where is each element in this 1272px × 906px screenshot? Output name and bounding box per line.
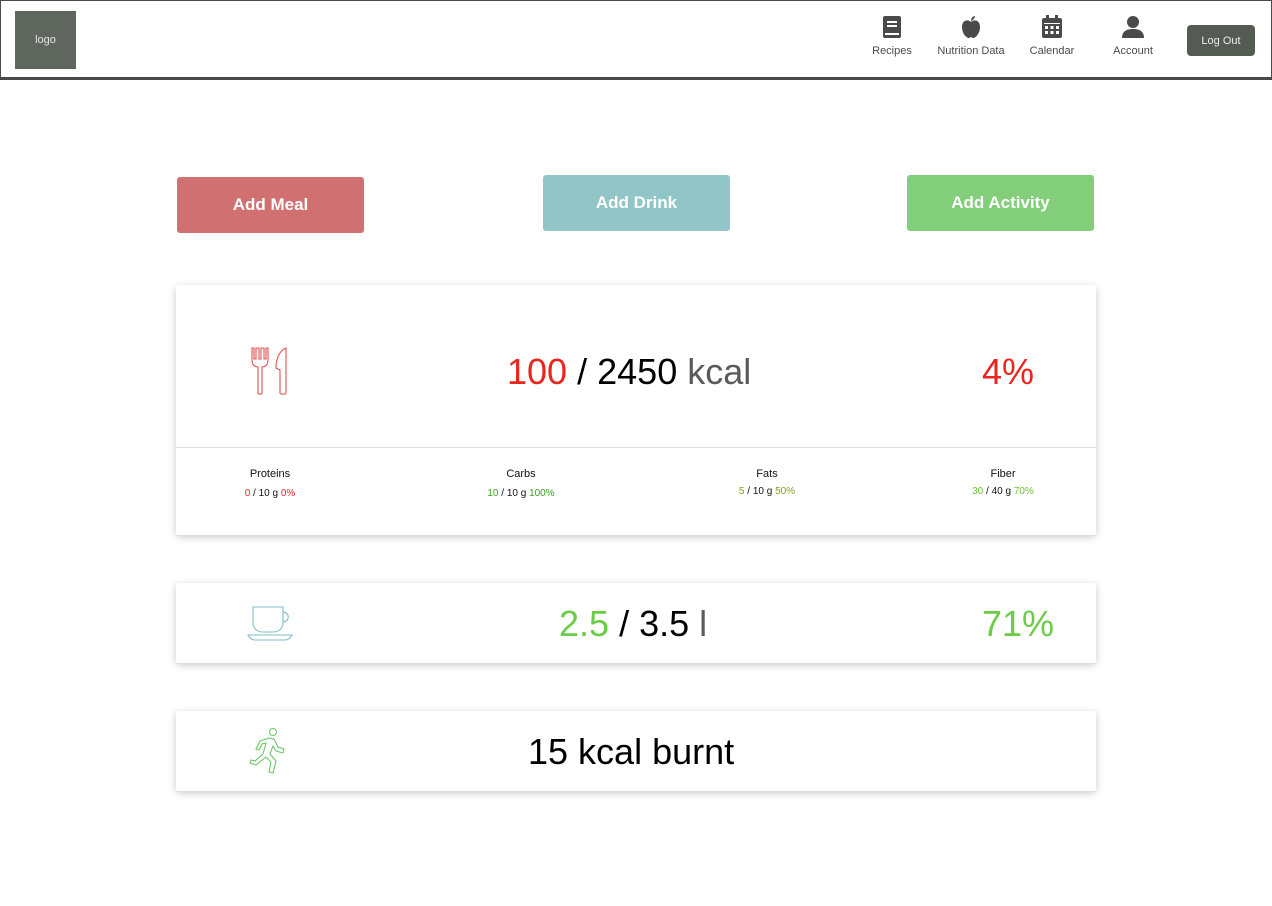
macro-percent: 50% — [775, 486, 796, 497]
card-divider — [176, 447, 1096, 448]
macro-value: 0 / 10 g 0% — [244, 488, 296, 499]
nav-calendar[interactable]: Calendar — [1007, 15, 1097, 63]
water-separator: / — [619, 603, 630, 644]
nav-recipes[interactable]: Recipes — [847, 15, 937, 63]
top-header: logo Recipes Nutrition Data Calendar Acc… — [0, 0, 1272, 80]
water-percent: 71% — [982, 603, 1055, 644]
water-unit: l — [699, 603, 708, 644]
macro-carbs: Carbs 10 / 10 g 100% — [451, 468, 591, 499]
macro-fiber: Fiber 30 / 40 g 70% — [933, 468, 1073, 497]
user-icon — [1121, 15, 1145, 39]
nav-label-calendar: Calendar — [1029, 45, 1075, 57]
nav-nutrition-data[interactable]: Nutrition Data — [926, 15, 1016, 63]
macro-name: Proteins — [249, 468, 291, 480]
calorie-summary: 100 / 2450 kcal — [507, 351, 751, 393]
macro-amount: 10 — [487, 488, 499, 499]
calendar-icon — [1041, 15, 1063, 39]
macro-goal: 10 g — [752, 486, 773, 497]
macro-goal: 40 g — [991, 486, 1012, 497]
calories-goal: 2450 — [597, 351, 678, 392]
macro-goal: 10 g — [258, 488, 279, 499]
nav-label-nutrition-data: Nutrition Data — [937, 45, 1005, 57]
nav-label-account: Account — [1113, 45, 1153, 57]
add-drink-button[interactable]: Add Drink — [543, 175, 730, 231]
log-out-button[interactable]: Log Out — [1187, 25, 1255, 56]
macro-name: Fiber — [990, 468, 1016, 480]
macro-amount: 30 — [972, 486, 984, 497]
water-consumed: 2.5 — [559, 603, 610, 644]
fork-knife-icon — [250, 346, 290, 401]
calories-consumed: 100 — [507, 351, 568, 392]
macro-name: Fats — [756, 468, 778, 480]
apple-icon — [960, 15, 982, 39]
macro-goal: 10 g — [506, 488, 527, 499]
macro-percent: 70% — [1013, 486, 1034, 497]
macro-percent: 0% — [280, 488, 296, 499]
logo[interactable]: logo — [15, 11, 76, 69]
calories-burnt: 15 kcal burnt — [528, 731, 735, 772]
activity-card: 15 kcal burnt — [176, 711, 1096, 791]
calories-percent: 4% — [982, 351, 1035, 392]
macro-amount: 5 — [738, 486, 745, 497]
macro-value: 10 / 10 g 100% — [487, 488, 555, 499]
add-activity-button[interactable]: Add Activity — [907, 175, 1094, 231]
nav-account[interactable]: Account — [1088, 15, 1178, 63]
macro-fats: Fats 5 / 10 g 50% — [697, 468, 837, 497]
macro-amount: 0 — [244, 488, 251, 499]
nav-label-recipes: Recipes — [872, 45, 912, 57]
macro-name: Carbs — [506, 468, 536, 480]
water-summary: 2.5 / 3.5 l — [559, 603, 707, 645]
running-person-icon — [249, 727, 289, 780]
macro-value: 30 / 40 g 70% — [972, 486, 1034, 497]
book-icon — [882, 15, 902, 39]
macro-value: 5 / 10 g 50% — [738, 486, 796, 497]
cup-icon — [247, 605, 293, 646]
add-meal-button[interactable]: Add Meal — [177, 177, 364, 233]
water-card: 2.5 / 3.5 l 71% — [176, 583, 1096, 663]
macro-proteins: Proteins 0 / 10 g 0% — [200, 468, 340, 499]
water-goal: 3.5 — [639, 603, 690, 644]
calories-card: 100 / 2450 kcal 4% Proteins 0 / 10 g 0% … — [176, 285, 1096, 535]
macro-percent: 100% — [529, 488, 555, 499]
calories-separator: / — [577, 351, 588, 392]
calories-unit: kcal — [687, 351, 752, 392]
